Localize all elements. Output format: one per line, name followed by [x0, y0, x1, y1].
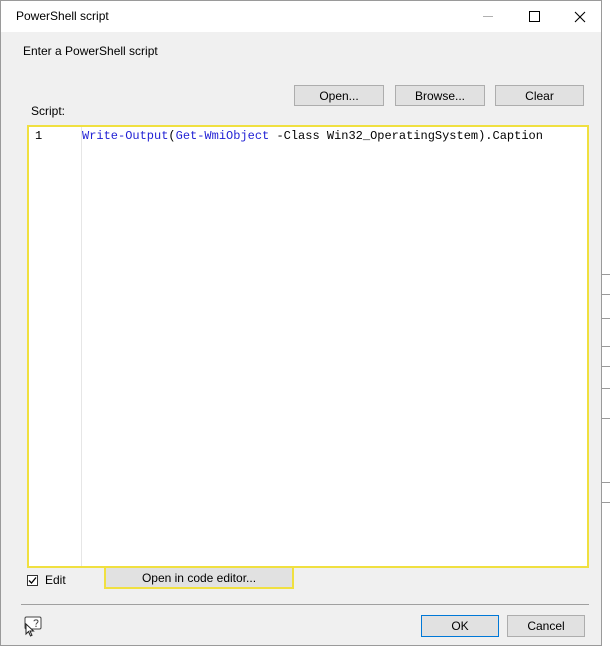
footer-separator — [21, 604, 589, 605]
window-title: PowerShell script — [16, 9, 109, 23]
fold-margin — [62, 127, 82, 566]
minimize-button[interactable] — [465, 1, 511, 32]
ok-button[interactable]: OK — [421, 615, 499, 637]
edit-checkbox-label: Edit — [45, 573, 66, 587]
edit-checkbox-row[interactable]: Edit — [27, 573, 66, 587]
minimize-icon — [483, 16, 493, 17]
argument-token: Win32_OperatingSystem — [319, 129, 479, 143]
close-icon — [574, 11, 586, 22]
line-number: 1 — [35, 129, 43, 143]
browse-button[interactable]: Browse... — [395, 85, 485, 106]
edit-checkbox[interactable] — [27, 574, 38, 586]
dialog-prompt: Enter a PowerShell script — [23, 44, 158, 58]
powershell-script-dialog: PowerShell script Enter a PowerShell scr… — [0, 0, 602, 646]
paren-token: ( — [168, 129, 176, 143]
cmdlet-token: Get-WmiObject — [175, 129, 270, 143]
maximize-icon — [528, 11, 540, 22]
cmdlet-token: Write-Output — [82, 129, 169, 143]
cancel-button[interactable]: Cancel — [507, 615, 585, 637]
parameter-token: -Class — [276, 129, 320, 143]
close-button[interactable] — [557, 1, 603, 32]
maximize-button[interactable] — [511, 1, 557, 32]
script-editor[interactable]: 1 Write-Output(Get-WmiObject -Class Win3… — [27, 125, 589, 568]
member-token: ).Caption — [478, 129, 543, 143]
clear-button[interactable]: Clear — [495, 85, 584, 106]
open-button[interactable]: Open... — [294, 85, 384, 106]
code-line[interactable]: Write-Output(Get-WmiObject -Class Win32_… — [82, 129, 543, 143]
title-bar[interactable]: PowerShell script — [1, 1, 601, 32]
help-cursor-icon[interactable] — [22, 615, 44, 637]
open-in-code-editor-button[interactable]: Open in code editor... — [104, 566, 294, 589]
line-number-gutter: 1 — [29, 127, 62, 566]
script-label: Script: — [31, 104, 66, 118]
checkmark-icon — [28, 576, 37, 584]
